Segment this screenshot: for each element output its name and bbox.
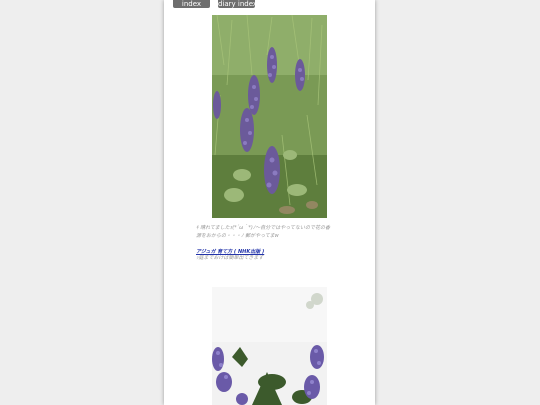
diary-index-button[interactable]: diary index	[218, 0, 257, 8]
ajuga-flowers-closeup-photo[interactable]	[212, 287, 327, 405]
caption-line-1: ｷ 晴れてましたｫ(*´ω｀*)ﾉ～自分ではやってないので花の香	[196, 225, 331, 231]
link-note: ｯ庭までおけば簡単出てきます	[196, 255, 264, 261]
index-button[interactable]: index	[173, 0, 210, 8]
photo-caption: ｷ 晴れてましたｫ(*´ω｀*)ﾉ～自分ではやってないので花の香 源をおからの・…	[196, 224, 352, 240]
ajuga-flowers-photo[interactable]	[212, 15, 327, 218]
ajuga-closeup-image	[212, 287, 327, 405]
caption-line-2: 源をおからの・・・ﾉ 郵がやってまw	[196, 233, 279, 239]
ajuga-photo-image	[212, 15, 327, 218]
